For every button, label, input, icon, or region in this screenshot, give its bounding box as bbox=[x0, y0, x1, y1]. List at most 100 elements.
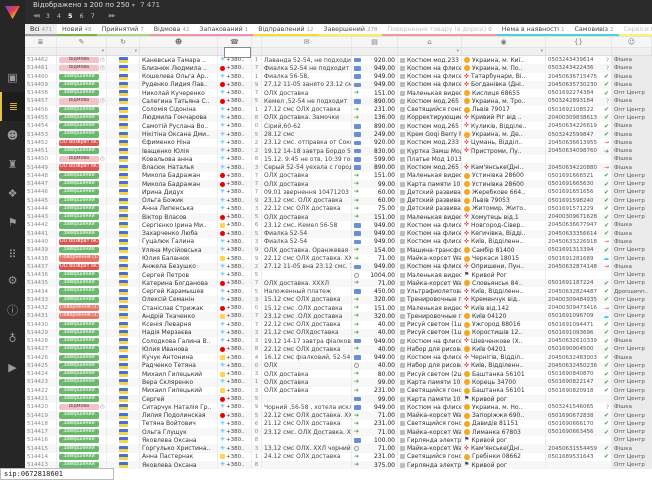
table-row[interactable]: 514421ЗавершенийСергей+380..599.00Карта … bbox=[25, 395, 652, 403]
phone-cell[interactable]: +380.. bbox=[218, 279, 252, 287]
status-badge[interactable]: DO Возврат ок.. bbox=[59, 140, 99, 146]
tab-Відмова[interactable]: Відмова42 bbox=[149, 24, 195, 36]
page-button[interactable]: 4 bbox=[57, 12, 61, 20]
tab-Запакований[interactable]: Запакований1 bbox=[194, 24, 253, 36]
phone-cell[interactable]: +380.. bbox=[218, 97, 252, 105]
table-row[interactable]: 514414ЗавершенийАнна Пастернак+380..124.… bbox=[25, 453, 652, 461]
table-row[interactable]: 514430ЗавершенийКсенія Леварня✳+380..722… bbox=[25, 321, 652, 329]
status-badge[interactable]: Повернення (з.. bbox=[59, 313, 99, 319]
status-badge[interactable]: Завершений bbox=[59, 396, 99, 402]
status-badge[interactable]: Завершений bbox=[59, 247, 99, 253]
table-row[interactable]: 514451ЗавершенийІващенко Юлія✳+380..219.… bbox=[25, 147, 652, 155]
status-badge[interactable]: Завершений bbox=[59, 355, 99, 361]
phone-cell[interactable]: +380.. bbox=[218, 370, 252, 378]
table-row[interactable]: 514431Повернення (з..Андрій Ткаченко+380… bbox=[25, 312, 652, 320]
table-row[interactable]: 514462Відмова◷Каневська Тамара ..✳+380..… bbox=[25, 56, 652, 64]
chevron-down-icon[interactable]: ▾ bbox=[132, 2, 135, 9]
phone-cell[interactable]: ✳+380.. bbox=[218, 122, 252, 130]
phone-cell[interactable]: ✳+380.. bbox=[218, 205, 252, 213]
column-header-flag[interactable]: ↻ bbox=[107, 37, 140, 47]
clients-icon[interactable]: ☻ bbox=[0, 121, 25, 150]
table-row[interactable]: 514445ЗавершенийОльга Божик✳+380..923.12… bbox=[25, 197, 652, 205]
table-row[interactable]: 514426ЗавершенийКучук Антонина+380..416.… bbox=[25, 354, 652, 362]
status-badge[interactable]: Завершений bbox=[59, 198, 99, 204]
tab-Завершений[interactable]: Завершений278 bbox=[319, 24, 383, 36]
status-badge[interactable]: Відмова bbox=[59, 156, 99, 162]
table-row[interactable]: 514422ЗавершенийМихаил Гилецький+380..3О… bbox=[25, 387, 652, 395]
column-header-addr[interactable]: ◉ bbox=[462, 37, 546, 47]
warehouse-icon[interactable]: ♜ bbox=[0, 150, 25, 179]
table-row[interactable]: 514437DO Возврат ок..Анжела Безушко✳+380… bbox=[25, 263, 652, 271]
status-badge[interactable]: Завершений bbox=[59, 115, 99, 121]
status-badge[interactable]: Завершений bbox=[59, 429, 99, 435]
phone-cell[interactable]: +380.. bbox=[218, 64, 252, 72]
column-header-status[interactable]: ✎ bbox=[57, 37, 107, 47]
phone-cell[interactable]: ✳+380.. bbox=[218, 73, 252, 81]
status-badge[interactable]: Завершений bbox=[59, 421, 99, 427]
phone-cell[interactable]: ✳+380.. bbox=[218, 197, 252, 205]
status-badge[interactable]: Завершений bbox=[59, 288, 99, 294]
status-badge[interactable]: Повернення (з.. bbox=[59, 305, 99, 311]
phone-cell[interactable]: ✳+380.. bbox=[218, 378, 252, 386]
orders-icon[interactable]: ≣ bbox=[0, 92, 25, 121]
table-row[interactable]: 514428ЗавершенийСолодкова Галина В..✳+38… bbox=[25, 337, 652, 345]
phone-cell[interactable]: +380.. bbox=[218, 221, 252, 229]
status-badge[interactable]: Завершений bbox=[59, 74, 99, 80]
info-icon[interactable]: ⓘ bbox=[0, 295, 25, 324]
table-row[interactable]: 514418ЗавершенийТетяна Войтович✳+380..62… bbox=[25, 420, 652, 428]
table-row[interactable]: 514449DO Возврат ок..Власюк Наталья✳+380… bbox=[25, 163, 652, 171]
table-row[interactable]: 514456ЗавершенийСоломія Сідоніна✳+380..1… bbox=[25, 106, 652, 114]
status-badge[interactable]: Завершений bbox=[59, 272, 99, 278]
column-header-id[interactable]: ≣ bbox=[25, 37, 57, 47]
table-row[interactable]: 514443ЗавершенийВіктор Власов+380..5ОЛХ … bbox=[25, 213, 652, 221]
table-row[interactable]: 514424ЗавершенийМихаил Гилецький+380..3О… bbox=[25, 370, 652, 378]
table-row[interactable]: 514460ЗавершенийКошелева Ольга Ар..✳+380… bbox=[25, 73, 652, 81]
filter-product[interactable]: ▾ bbox=[398, 48, 462, 55]
phone-cell[interactable]: +380.. bbox=[218, 213, 252, 221]
table-row[interactable]: 514425ЗавершенийРадченко Тетяна✳+380..0О… bbox=[25, 362, 652, 370]
phone-cell[interactable]: +380.. bbox=[218, 172, 252, 180]
filter-status[interactable]: ▾ bbox=[57, 48, 107, 55]
phone-cell[interactable]: +380.. bbox=[218, 81, 252, 89]
status-badge[interactable]: Завершений bbox=[59, 173, 99, 179]
phone-cell[interactable]: ✳+380.. bbox=[218, 155, 252, 163]
page-button[interactable]: 6 bbox=[80, 12, 84, 20]
status-badge[interactable]: Завершений bbox=[59, 379, 99, 385]
phone-cell[interactable]: ✳+380.. bbox=[218, 188, 252, 196]
phone-cell[interactable]: ✳+380.. bbox=[218, 263, 252, 271]
status-badge[interactable]: Завершений bbox=[59, 454, 99, 460]
status-badge[interactable]: Завершений bbox=[59, 280, 99, 286]
funnel-icon[interactable]: ⚑ bbox=[0, 208, 25, 237]
status-badge[interactable]: Завершений bbox=[59, 346, 99, 352]
phone-cell[interactable]: ✳+380.. bbox=[218, 238, 252, 246]
table-row[interactable]: 514435ЗавершенийКатерина Богданова+380..… bbox=[25, 279, 652, 287]
phone-cell[interactable]: +380.. bbox=[218, 230, 252, 238]
table-row[interactable]: 514440DO Возврат ок..Гуцалюк Галина✳+380… bbox=[25, 238, 652, 246]
status-badge[interactable]: Завершений bbox=[59, 363, 99, 369]
status-badge[interactable]: Завершений bbox=[59, 214, 99, 220]
status-badge[interactable]: DO Возврат ок.. bbox=[59, 239, 99, 245]
phone-cell[interactable]: ✳+380.. bbox=[218, 337, 252, 345]
phone-cell[interactable]: ✳+380.. bbox=[218, 321, 252, 329]
page-button[interactable]: 5 bbox=[68, 12, 73, 20]
column-header-ttn[interactable]: {} bbox=[546, 37, 612, 47]
page-button[interactable]: 3 bbox=[46, 12, 50, 20]
status-badge[interactable]: Завершений bbox=[59, 297, 99, 303]
status-badge[interactable]: Завершений bbox=[59, 123, 99, 129]
phone-cell[interactable]: ✳+380.. bbox=[218, 89, 252, 97]
status-badge[interactable]: Завершений bbox=[59, 148, 99, 154]
status-badge[interactable]: Завершений bbox=[59, 437, 99, 443]
phone-cell[interactable]: ✳+380.. bbox=[218, 444, 252, 452]
status-badge[interactable]: Завершений bbox=[59, 338, 99, 344]
phone-cell[interactable]: ✳+380.. bbox=[218, 362, 252, 370]
table-row[interactable]: 514442ЗавершенийСергієнко Ірина Ми..+380… bbox=[25, 221, 652, 229]
status-badge[interactable]: Завершений bbox=[59, 82, 99, 88]
status-badge[interactable]: Завершений bbox=[59, 206, 99, 212]
table-row[interactable]: 514434ЗавершенийСергей Карамышев✳+380..5… bbox=[25, 287, 652, 295]
tab-Прийнятий[interactable]: Прийнятий7 bbox=[97, 24, 149, 36]
status-badge[interactable]: Відмова bbox=[59, 57, 99, 63]
table-row[interactable]: 514444ЗавершенийАнна Липенська✳+380..322… bbox=[25, 205, 652, 213]
status-badge[interactable]: Завершений bbox=[59, 388, 99, 394]
products-icon[interactable]: ❖ bbox=[0, 179, 25, 208]
status-badge[interactable]: Завершений bbox=[59, 107, 99, 113]
